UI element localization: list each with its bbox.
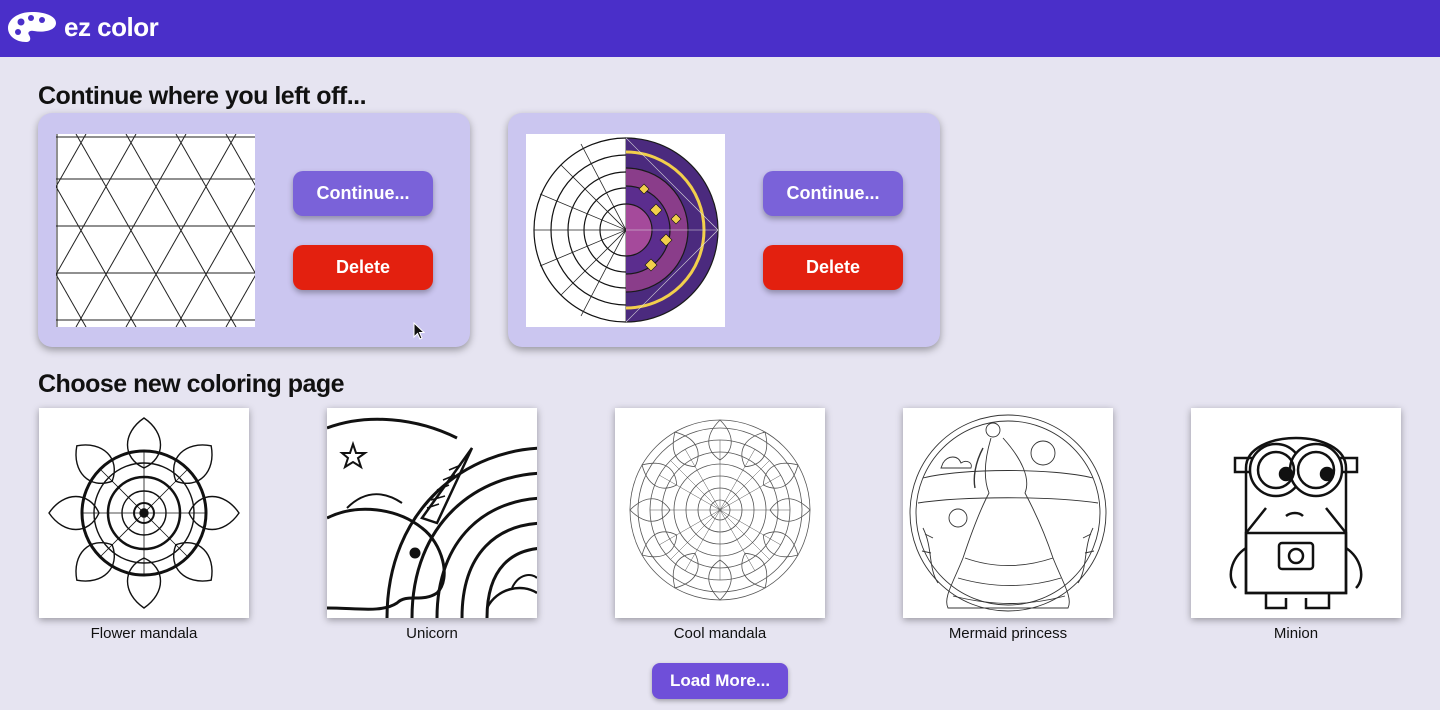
minion-image[interactable] [1191, 408, 1401, 618]
continue-button[interactable]: Continue... [293, 171, 433, 216]
coloring-page-tile[interactable]: Minion [1191, 408, 1401, 648]
coloring-page-tile[interactable]: Flower mandala [39, 408, 249, 648]
mandala-half-colored-thumbnail[interactable] [526, 134, 725, 327]
top-bar: ez color [0, 0, 1440, 57]
page-label: Minion [1273, 625, 1319, 642]
cool-mandala-image[interactable] [615, 408, 825, 618]
load-more-button[interactable]: Load More... [652, 663, 788, 699]
coloring-page-tile[interactable]: Mermaid princess [903, 408, 1113, 648]
triangle-grid-thumbnail[interactable] [56, 134, 255, 327]
saved-page-card: Continue... Delete [38, 113, 470, 347]
saved-page-card: Continue... Delete [508, 113, 940, 347]
flower-mandala-image[interactable] [39, 408, 249, 618]
palette-icon[interactable] [7, 10, 57, 44]
page-label: Mermaid princess [948, 625, 1068, 642]
coloring-page-tile[interactable]: Unicorn [327, 408, 537, 648]
page-label: Unicorn [406, 625, 458, 642]
continue-button[interactable]: Continue... [763, 171, 903, 216]
continue-section-title: Continue where you left off... [38, 82, 367, 110]
mermaid-princess-image[interactable] [903, 408, 1113, 618]
delete-button[interactable]: Delete [293, 245, 433, 290]
choose-section-title: Choose new coloring page [38, 370, 345, 398]
page-label: Cool mandala [673, 625, 767, 642]
app-title[interactable]: ez color [64, 12, 159, 43]
page-label: Flower mandala [90, 625, 198, 642]
delete-button[interactable]: Delete [763, 245, 903, 290]
mouse-cursor-icon [413, 322, 425, 340]
coloring-page-tile[interactable]: Cool mandala [615, 408, 825, 648]
unicorn-image[interactable] [327, 408, 537, 618]
